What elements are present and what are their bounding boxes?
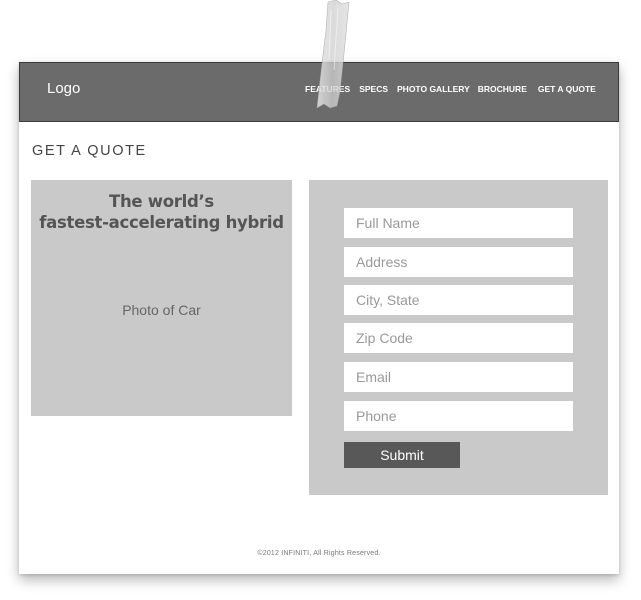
page-stage: Logo FEATURES SPECS PHOTO GALLERY BROCHU… bbox=[0, 0, 641, 600]
city-state-field[interactable] bbox=[344, 285, 573, 315]
headline-line-2: fastest-accelerating hybrid bbox=[39, 213, 284, 232]
car-photo-panel: The world’s fastest-accelerating hybrid … bbox=[31, 180, 292, 416]
wireframe-card: Logo FEATURES SPECS PHOTO GALLERY BROCHU… bbox=[19, 62, 619, 574]
address-field[interactable] bbox=[344, 247, 573, 277]
nav-get-a-quote[interactable]: GET A QUOTE bbox=[538, 84, 596, 94]
logo[interactable]: Logo bbox=[47, 80, 80, 97]
zip-code-field[interactable] bbox=[344, 323, 573, 353]
top-navbar: Logo FEATURES SPECS PHOTO GALLERY BROCHU… bbox=[19, 62, 619, 122]
nav-photo-gallery[interactable]: PHOTO GALLERY bbox=[397, 84, 470, 94]
full-name-field[interactable] bbox=[344, 208, 573, 238]
quote-form: Submit bbox=[309, 180, 608, 495]
nav-specs[interactable]: SPECS bbox=[359, 84, 388, 94]
footer-copyright: ©2012 INFINITI, All Rights Reserved. bbox=[257, 550, 381, 557]
nav-brochure[interactable]: BROCHURE bbox=[478, 84, 527, 94]
page-title: GET A QUOTE bbox=[32, 143, 147, 159]
main-nav: FEATURES SPECS PHOTO GALLERY BROCHURE GE… bbox=[305, 84, 596, 94]
headline-line-1: The world’s bbox=[109, 192, 214, 211]
submit-button[interactable]: Submit bbox=[344, 442, 460, 468]
car-photo-placeholder: Photo of Car bbox=[122, 302, 201, 318]
nav-features[interactable]: FEATURES bbox=[305, 84, 350, 94]
email-field[interactable] bbox=[344, 362, 573, 392]
phone-field[interactable] bbox=[344, 401, 573, 431]
headline: The world’s fastest-accelerating hybrid bbox=[31, 191, 292, 233]
